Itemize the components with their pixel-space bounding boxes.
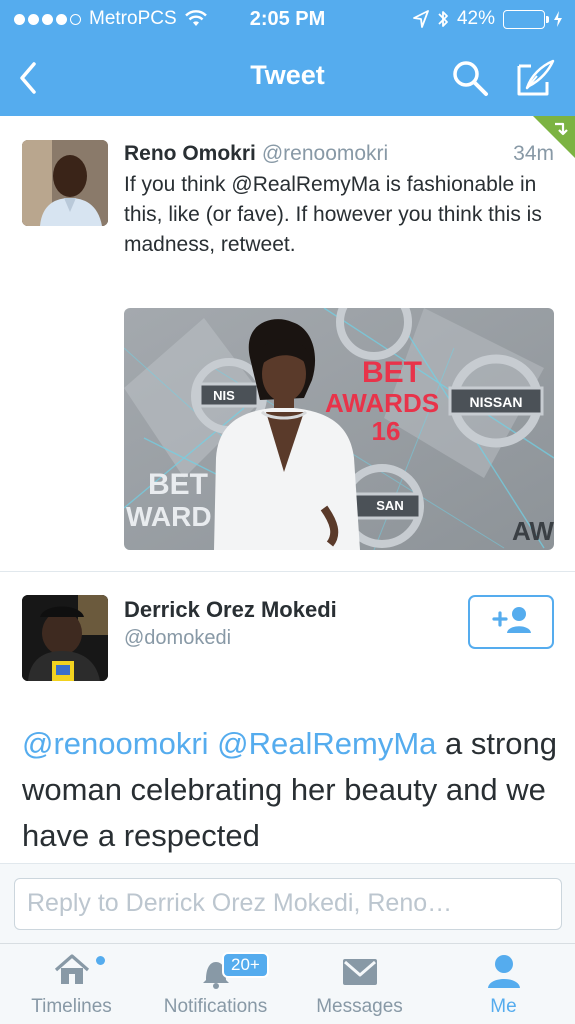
- envelope-icon: [342, 959, 377, 985]
- tab-messages[interactable]: Messages: [288, 944, 431, 1024]
- tweet-header: Reno Omokri @renoomokri 34m: [124, 142, 554, 166]
- add-user-icon: [492, 607, 531, 633]
- media-text-ward: WARD: [126, 501, 212, 532]
- tweet-photo[interactable]: NISSAN NIS SAN BET AWARDS 16 BET WARD AW: [124, 308, 554, 550]
- tab-timelines[interactable]: Timelines: [0, 944, 143, 1024]
- reply-input[interactable]: Reply to Derrick Orez Mokedi, Reno…: [14, 878, 562, 930]
- tab-label: Me: [490, 996, 517, 1017]
- tweet-timestamp: 34m: [513, 142, 554, 165]
- avatar[interactable]: [22, 595, 108, 681]
- tab-bar: Timelines 20+ Notifications Messages Me: [0, 943, 575, 1024]
- tweet-text: @renoomokri @RealRemyMa a strong woman c…: [22, 721, 562, 859]
- person-icon: [487, 955, 520, 988]
- battery-percent: 42%: [456, 8, 495, 29]
- avatar[interactable]: [22, 140, 108, 226]
- main-tweet[interactable]: Reno Omokri @renoomokri 34m If you think …: [0, 116, 575, 572]
- tweet-text: If you think @RealRemyMa is fashionable …: [124, 173, 542, 256]
- nav-bar: Tweet: [0, 40, 575, 116]
- tab-notifications[interactable]: 20+ Notifications: [144, 944, 287, 1024]
- media-text-nis: NIS: [213, 388, 235, 403]
- media-text-aw: AW: [512, 516, 554, 546]
- tab-me[interactable]: Me: [432, 944, 575, 1024]
- media-text-bet-left: BET: [148, 468, 208, 501]
- charging-bolt-icon: [554, 11, 562, 27]
- media-text-nissan: NISSAN: [470, 394, 523, 410]
- status-bar: MetroPCS 2:05 PM 42%: [0, 0, 575, 40]
- tab-label: Timelines: [31, 996, 112, 1017]
- follow-button[interactable]: [468, 595, 554, 649]
- reply-bar: Reply to Derrick Orez Mokedi, Reno…: [0, 863, 575, 943]
- reply-tweet[interactable]: Derrick Orez Mokedi @domokedi @renoomokr…: [0, 573, 575, 863]
- mention-link[interactable]: @RealRemyMa: [217, 726, 436, 761]
- tab-label: Notifications: [163, 996, 268, 1017]
- compose-icon[interactable]: [515, 58, 557, 98]
- author-handle[interactable]: @renoomokri: [262, 142, 388, 165]
- author-name[interactable]: Reno Omokri: [124, 142, 256, 165]
- home-icon: [54, 954, 89, 984]
- unread-dot: [96, 956, 105, 965]
- media-text-san: SAN: [376, 498, 403, 513]
- mention-link[interactable]: @renoomokri: [22, 726, 209, 761]
- media-text-bet: BET: [362, 356, 422, 389]
- tab-label: Messages: [316, 996, 403, 1017]
- bluetooth-icon: [438, 11, 448, 27]
- location-arrow-icon: [413, 10, 429, 28]
- media-text-awards: AWARDS: [325, 388, 439, 418]
- author-handle[interactable]: @domokedi: [124, 627, 231, 650]
- status-right: 42%: [413, 8, 563, 30]
- battery-icon: [503, 9, 549, 29]
- top-bar: MetroPCS 2:05 PM 42% Tweet: [0, 0, 575, 116]
- notification-badge: 20+: [222, 952, 269, 978]
- author-name[interactable]: Derrick Orez Mokedi: [124, 597, 337, 623]
- search-icon[interactable]: [450, 58, 490, 98]
- media-text-16: 16: [372, 416, 401, 446]
